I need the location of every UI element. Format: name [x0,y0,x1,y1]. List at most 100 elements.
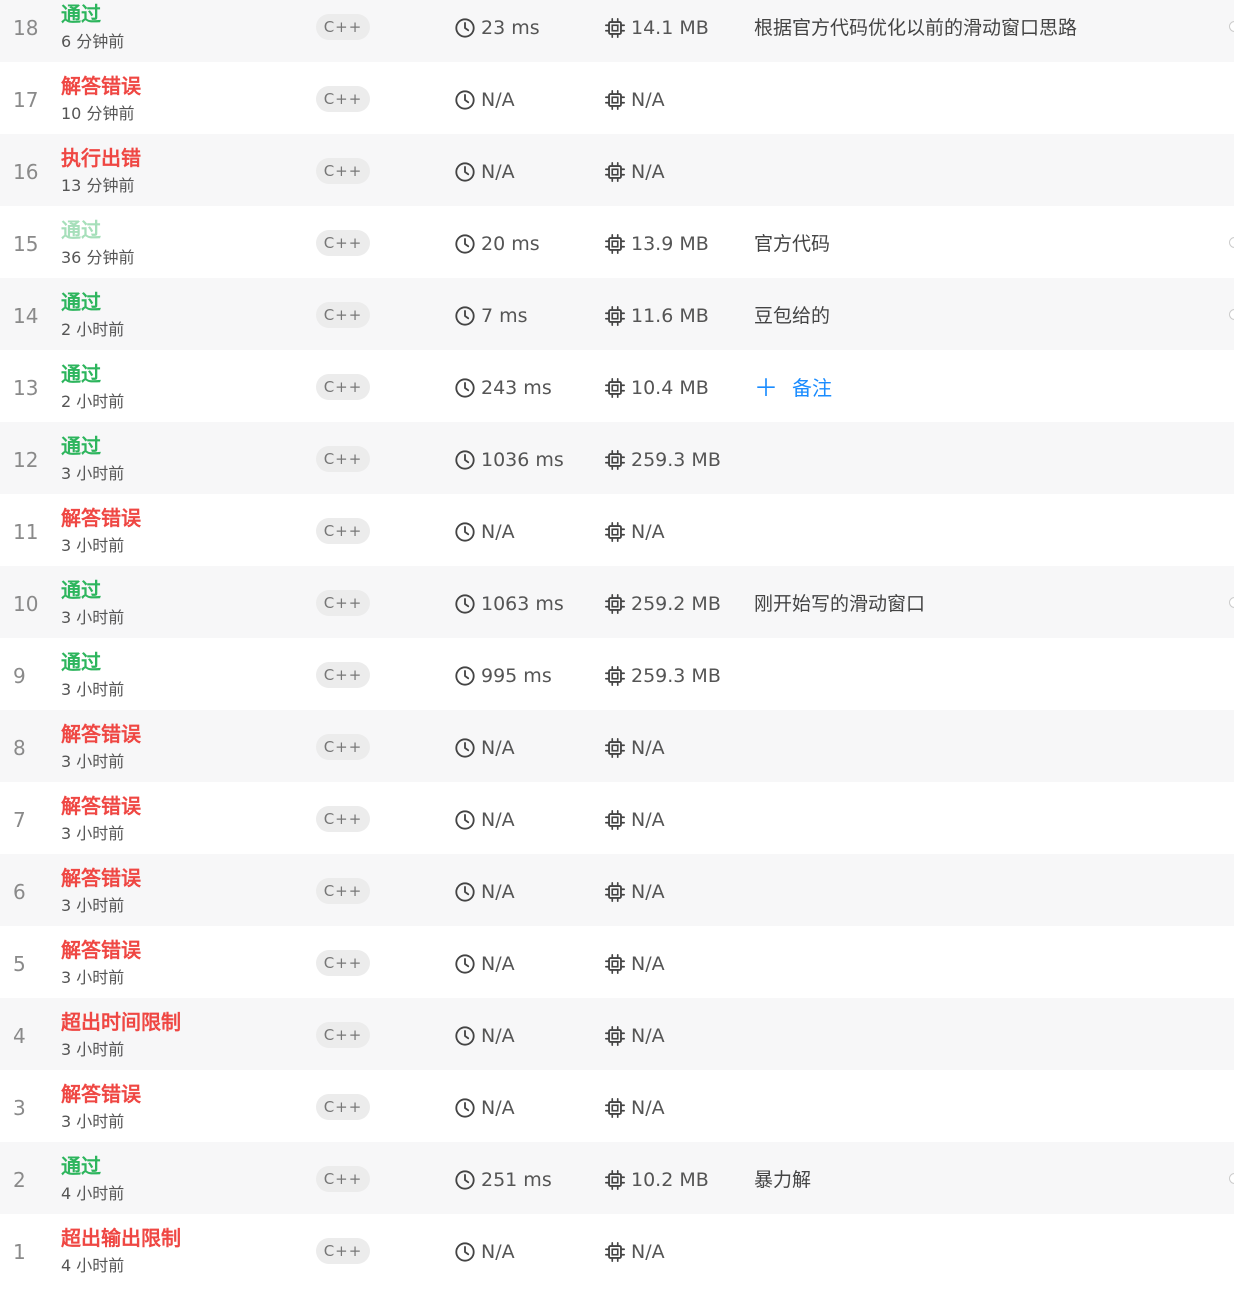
submission-status[interactable]: 超出时间限制 [61,1010,181,1034]
memory-text: N/A [631,953,665,975]
clock-icon [454,17,476,39]
row-menu-handle[interactable] [1229,21,1234,32]
clock-icon [454,1169,476,1191]
submission-row[interactable]: 13 通过 2 小时前 C++ 243 ms 10.4 MB ＋ 备注 [0,350,1234,422]
submission-row[interactable]: 14 通过 2 小时前 C++ 7 ms 11.6 MB 豆包给的 [0,278,1234,350]
submission-row[interactable]: 8 解答错误 3 小时前 C++ N/A N/A [0,710,1234,782]
submission-status[interactable]: 解答错误 [61,938,141,962]
submission-status[interactable]: 通过 [61,650,101,674]
runtime-value: 20 ms [454,232,540,256]
memory-value: 13.9 MB [604,232,709,256]
submission-row[interactable]: 10 通过 3 小时前 C++ 1063 ms 259.2 MB 刚开始写的滑动窗口 [0,566,1234,638]
submission-row[interactable]: 5 解答错误 3 小时前 C++ N/A N/A [0,926,1234,998]
language-badge: C++ [316,518,370,544]
chip-icon [604,1169,626,1191]
submission-index: 17 [13,88,39,112]
chip-icon [604,1097,626,1119]
memory-text: 14.1 MB [631,17,709,39]
submission-status[interactable]: 执行出错 [61,146,141,170]
memory-value: N/A [604,520,665,544]
submission-time: 3 小时前 [61,752,125,771]
submission-index: 7 [13,808,26,832]
submission-time: 3 小时前 [61,968,125,987]
language-badge: C++ [316,446,370,472]
chip-icon [604,809,626,831]
clock-icon [454,449,476,471]
submission-index: 5 [13,952,26,976]
chip-icon [604,305,626,327]
submission-status[interactable]: 解答错误 [61,506,141,530]
language-badge: C++ [316,1166,370,1192]
submission-row[interactable]: 9 通过 3 小时前 C++ 995 ms 259.3 MB [0,638,1234,710]
submission-status[interactable]: 解答错误 [61,1082,141,1106]
runtime-text: N/A [481,1097,515,1119]
memory-text: 259.3 MB [631,665,721,687]
submission-row[interactable]: 15 通过 36 分钟前 C++ 20 ms 13.9 MB 官方代码 [0,206,1234,278]
submission-status[interactable]: 解答错误 [61,722,141,746]
submission-note[interactable]: 豆包给的 [754,304,830,328]
memory-value: 14.1 MB [604,16,709,40]
submission-index: 6 [13,880,26,904]
submission-time: 3 小时前 [61,680,125,699]
submission-row[interactable]: 2 通过 4 小时前 C++ 251 ms 10.2 MB 暴力解 [0,1142,1234,1214]
submission-row[interactable]: 17 解答错误 10 分钟前 C++ N/A N/A [0,62,1234,134]
runtime-text: 251 ms [481,1169,552,1191]
submission-row[interactable]: 6 解答错误 3 小时前 C++ N/A N/A [0,854,1234,926]
clock-icon [454,1025,476,1047]
submission-status[interactable]: 通过 [61,1154,101,1178]
submission-status[interactable]: 超出输出限制 [61,1226,181,1250]
row-menu-handle[interactable] [1229,309,1234,320]
submission-row[interactable]: 7 解答错误 3 小时前 C++ N/A N/A [0,782,1234,854]
runtime-value: N/A [454,1096,515,1120]
chip-icon [604,161,626,183]
submission-row[interactable]: 18 通过 6 分钟前 C++ 23 ms 14.1 MB 根据官方代码优化以前的滑动窗口思… [0,0,1234,62]
submission-status[interactable]: 通过 [61,218,101,242]
submission-note[interactable]: 暴力解 [754,1168,811,1192]
row-menu-handle[interactable] [1229,1173,1234,1184]
submission-status[interactable]: 解答错误 [61,866,141,890]
submission-note[interactable]: 刚开始写的滑动窗口 [754,592,925,616]
row-menu-handle[interactable] [1229,597,1234,608]
submission-row[interactable]: 12 通过 3 小时前 C++ 1036 ms 259.3 MB [0,422,1234,494]
submission-row[interactable]: 11 解答错误 3 小时前 C++ N/A N/A [0,494,1234,566]
submission-time: 4 小时前 [61,1184,125,1203]
submission-row[interactable]: 3 解答错误 3 小时前 C++ N/A N/A [0,1070,1234,1142]
memory-text: 259.2 MB [631,593,721,615]
submission-row[interactable]: 4 超出时间限制 3 小时前 C++ N/A N/A [0,998,1234,1070]
submission-index: 8 [13,736,26,760]
submission-time: 4 小时前 [61,1256,125,1275]
submission-status[interactable]: 解答错误 [61,794,141,818]
submission-status[interactable]: 通过 [61,434,101,458]
submission-status[interactable]: 通过 [61,362,101,386]
submission-index: 12 [13,448,39,472]
add-note-label: 备注 [792,376,832,400]
submission-note[interactable]: 官方代码 [754,232,830,256]
submission-status[interactable]: 解答错误 [61,74,141,98]
language-badge: C++ [316,14,370,40]
runtime-value: 1036 ms [454,448,564,472]
submission-time: 3 小时前 [61,536,125,555]
language-badge: C++ [316,158,370,184]
runtime-text: N/A [481,809,515,831]
memory-text: N/A [631,881,665,903]
language-badge: C++ [316,662,370,688]
memory-value: 10.4 MB [604,376,709,400]
add-note-button[interactable]: ＋ 备注 [754,376,832,400]
submission-status[interactable]: 通过 [61,2,101,26]
submission-time: 3 小时前 [61,1040,125,1059]
memory-value: 11.6 MB [604,304,709,328]
submission-time: 6 分钟前 [61,32,125,51]
runtime-value: N/A [454,1024,515,1048]
submission-row[interactable]: 16 执行出错 13 分钟前 C++ N/A N/A [0,134,1234,206]
chip-icon [604,233,626,255]
submission-status[interactable]: 通过 [61,578,101,602]
runtime-value: N/A [454,808,515,832]
memory-text: N/A [631,1241,665,1263]
language-badge: C++ [316,1094,370,1120]
submission-status[interactable]: 通过 [61,290,101,314]
runtime-text: N/A [481,521,515,543]
submission-row[interactable]: 1 超出输出限制 4 小时前 C++ N/A N/A [0,1214,1234,1286]
runtime-text: N/A [481,1025,515,1047]
submission-note[interactable]: 根据官方代码优化以前的滑动窗口思路 [754,16,1077,40]
row-menu-handle[interactable] [1229,237,1234,248]
